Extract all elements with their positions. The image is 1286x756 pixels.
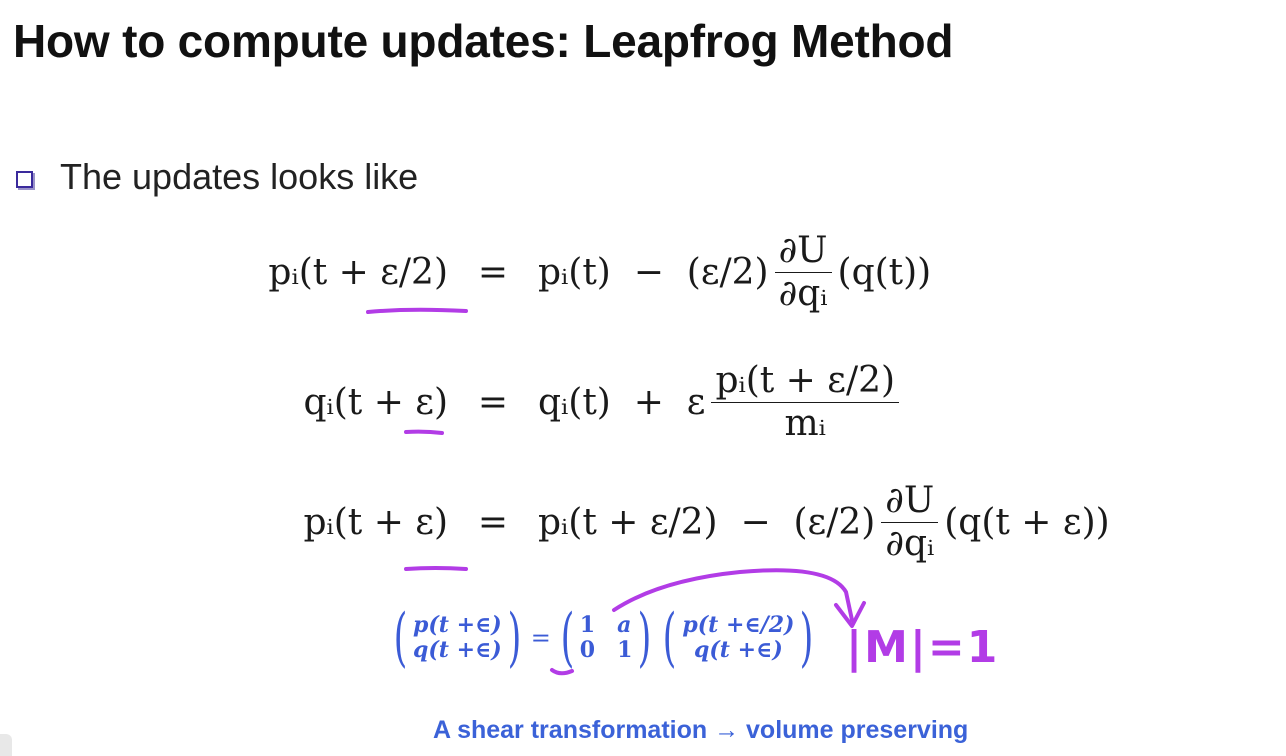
equation-rhs-argument: (q(t)) bbox=[837, 251, 932, 293]
right-paren: ) bbox=[638, 601, 652, 675]
fraction-numerator: ∂U bbox=[774, 232, 832, 273]
slide-title: How to compute updates: Leapfrog Method bbox=[13, 15, 954, 67]
left-paren: ( bbox=[560, 601, 575, 675]
matrix-entry: 1 bbox=[579, 611, 596, 638]
equation-lhs: pᵢ(t + ε/2) bbox=[268, 251, 448, 293]
equals-sign: = bbox=[477, 501, 509, 543]
equation-lhs: qᵢ(t + ε) bbox=[303, 381, 448, 423]
equation-fraction: ∂U ∂qᵢ bbox=[881, 482, 939, 564]
matrix-equals-sign: = bbox=[530, 624, 551, 652]
vector-entry: q(t +∈) bbox=[412, 637, 502, 663]
equation-fraction: pᵢ(t + ε/2) mᵢ bbox=[711, 362, 900, 444]
vector-entry: p(t +∈/2) bbox=[682, 611, 795, 638]
equation-lhs: pᵢ(t + ε) bbox=[303, 501, 448, 543]
right-paren: ) bbox=[800, 601, 814, 675]
vector-entry: q(t +∈) bbox=[694, 637, 783, 663]
equation-row-2: qᵢ(t + ε) = qᵢ(t) + ε pᵢ(t + ε/2) mᵢ bbox=[258, 362, 905, 443]
corner-tab bbox=[0, 734, 12, 756]
equals-sign: = bbox=[477, 251, 509, 293]
fraction-denominator: ∂qᵢ bbox=[778, 272, 828, 314]
equals-sign: = bbox=[477, 381, 509, 423]
caption: A shear transformation → volume preservi… bbox=[433, 716, 969, 744]
equation-rhs-term: qᵢ(t) + ε bbox=[538, 381, 706, 423]
fraction-numerator: ∂U bbox=[881, 482, 939, 523]
underline-eps-p bbox=[404, 566, 468, 571]
matrix-entry: 0 bbox=[579, 637, 596, 663]
square-bullet-icon bbox=[16, 170, 33, 188]
bullet-text: The updates looks like bbox=[60, 156, 419, 197]
matrix-entry: 1 bbox=[617, 637, 633, 663]
fraction-numerator: pᵢ(t + ε/2) bbox=[711, 362, 900, 403]
matrix-entry: a bbox=[617, 611, 632, 638]
fraction-denominator: ∂qᵢ bbox=[885, 522, 935, 564]
state-vector-lhs: p(t +∈) q(t +∈) bbox=[412, 611, 502, 664]
left-paren: ( bbox=[662, 601, 677, 675]
equation-row-3: pᵢ(t + ε) = pᵢ(t + ε/2) − (ε/2) ∂U ∂qᵢ (… bbox=[258, 482, 1110, 564]
handwritten-determinant-note: |M|=1 bbox=[846, 622, 1000, 673]
matrix-equation: ( p(t +∈) q(t +∈) ) = ( 1 a 0 1 ) ( p(t … bbox=[388, 606, 819, 670]
vector-entry: p(t +∈) bbox=[412, 611, 502, 638]
equation-rhs-argument: (q(t + ε)) bbox=[944, 501, 1110, 543]
equation-rhs-term: pᵢ(t) − (ε/2) bbox=[538, 251, 769, 293]
shear-matrix: 1 a 0 1 bbox=[579, 611, 633, 664]
right-paren: ) bbox=[507, 601, 522, 675]
bullet-item: The updates looks like bbox=[16, 156, 418, 198]
equation-row-1: pᵢ(t + ε/2) = pᵢ(t) − (ε/2) ∂U ∂qᵢ (q(t)… bbox=[258, 232, 931, 313]
state-vector-rhs: p(t +∈/2) q(t +∈) bbox=[682, 611, 795, 664]
left-paren: ( bbox=[393, 601, 408, 675]
equation-rhs-term: pᵢ(t + ε/2) − (ε/2) bbox=[538, 501, 876, 543]
equation-fraction: ∂U ∂qᵢ bbox=[774, 232, 832, 314]
fraction-denominator: mᵢ bbox=[784, 402, 826, 444]
